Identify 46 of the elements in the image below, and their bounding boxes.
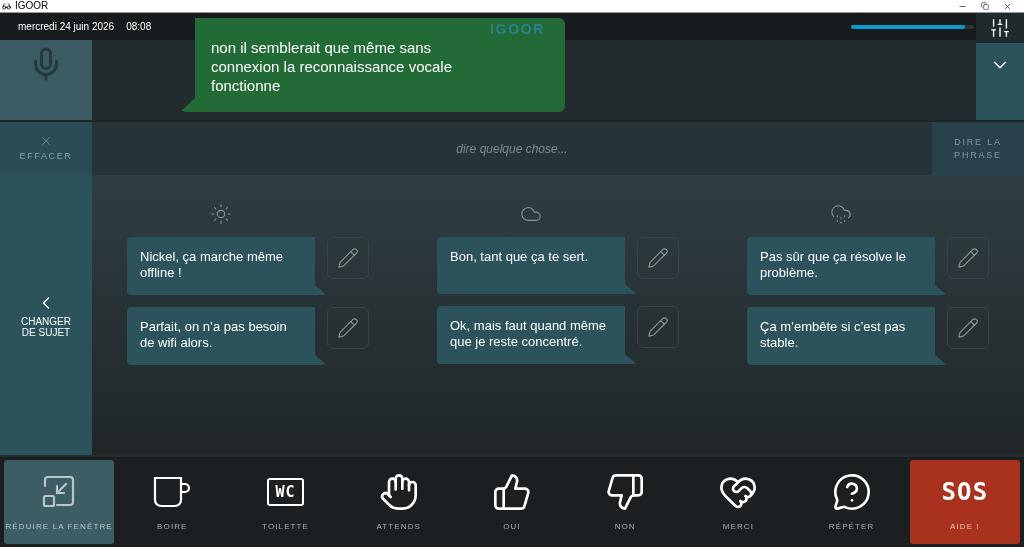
wc-sign: WC — [267, 477, 304, 506]
sliders-icon — [989, 17, 1011, 39]
phrase-bubble[interactable]: Bon, tant que ça te sert. — [437, 237, 637, 294]
thumbs-up-icon — [492, 471, 532, 512]
pencil-icon — [957, 247, 979, 269]
pencil-icon — [647, 316, 669, 338]
phrase-bubble[interactable]: Ça m’embête si c’est pas stable. — [747, 307, 947, 365]
sos-sign: SOS — [941, 476, 989, 508]
window-title: IGOOR — [15, 1, 49, 11]
speech-question-icon — [831, 471, 872, 512]
pencil-icon — [337, 247, 359, 269]
phrase-bubble[interactable]: Nickel, ça marche même offline ! — [127, 237, 327, 295]
sos-button[interactable]: SOS AIDE ! — [909, 460, 1020, 544]
edit-button[interactable] — [947, 307, 989, 349]
quick-action-button[interactable]: MERCI — [683, 460, 794, 544]
pencil-icon — [957, 317, 979, 339]
phrase-bubble[interactable]: Parfait, on n’a pas besoin de wifi alors. — [127, 307, 327, 365]
time-text: 08:08 — [126, 20, 152, 34]
settings-button[interactable] — [976, 13, 1024, 43]
sun-icon — [210, 203, 232, 225]
thumbs-down-icon — [605, 471, 646, 512]
quick-action-button[interactable]: WC TOILETTE — [230, 460, 341, 544]
quick-action-button[interactable]: NON — [570, 460, 681, 544]
date-text: mercredi 24 juin 2026 — [18, 20, 115, 34]
quick-action-button[interactable]: RÉPÉTER — [796, 460, 907, 544]
edit-button[interactable] — [637, 237, 679, 279]
phrase-bubble[interactable]: Ok, mais faut quand même que je reste concentré. — [437, 306, 637, 364]
message-field[interactable]: dire quelque chose... — [92, 122, 932, 175]
quick-action-button[interactable]: OUI — [456, 460, 568, 544]
quick-action-button[interactable]: ATTENDS — [343, 460, 454, 544]
pencil-icon — [647, 247, 669, 269]
logo: IGOOR — [490, 20, 546, 39]
quick-action-button[interactable]: BOIRE — [117, 460, 228, 544]
change-topic-button[interactable]: CHANGER DE SUJET — [0, 175, 92, 455]
edit-button[interactable] — [947, 237, 989, 279]
edit-button[interactable] — [327, 307, 369, 349]
pencil-icon — [337, 317, 359, 339]
quick-action-button[interactable]: RÉDUIRE LA FENÊTRE — [4, 460, 115, 544]
hand-icon — [378, 471, 419, 512]
edit-button[interactable] — [327, 237, 369, 279]
restore-icon[interactable] — [981, 2, 989, 10]
glasses-icon — [2, 1, 11, 11]
rain-cloud-icon — [830, 203, 852, 225]
edit-button[interactable] — [637, 306, 679, 348]
phrase-bubble[interactable]: Pas sûr que ça résolve le problème. — [747, 237, 947, 295]
close-icon[interactable] — [1003, 1, 1012, 11]
